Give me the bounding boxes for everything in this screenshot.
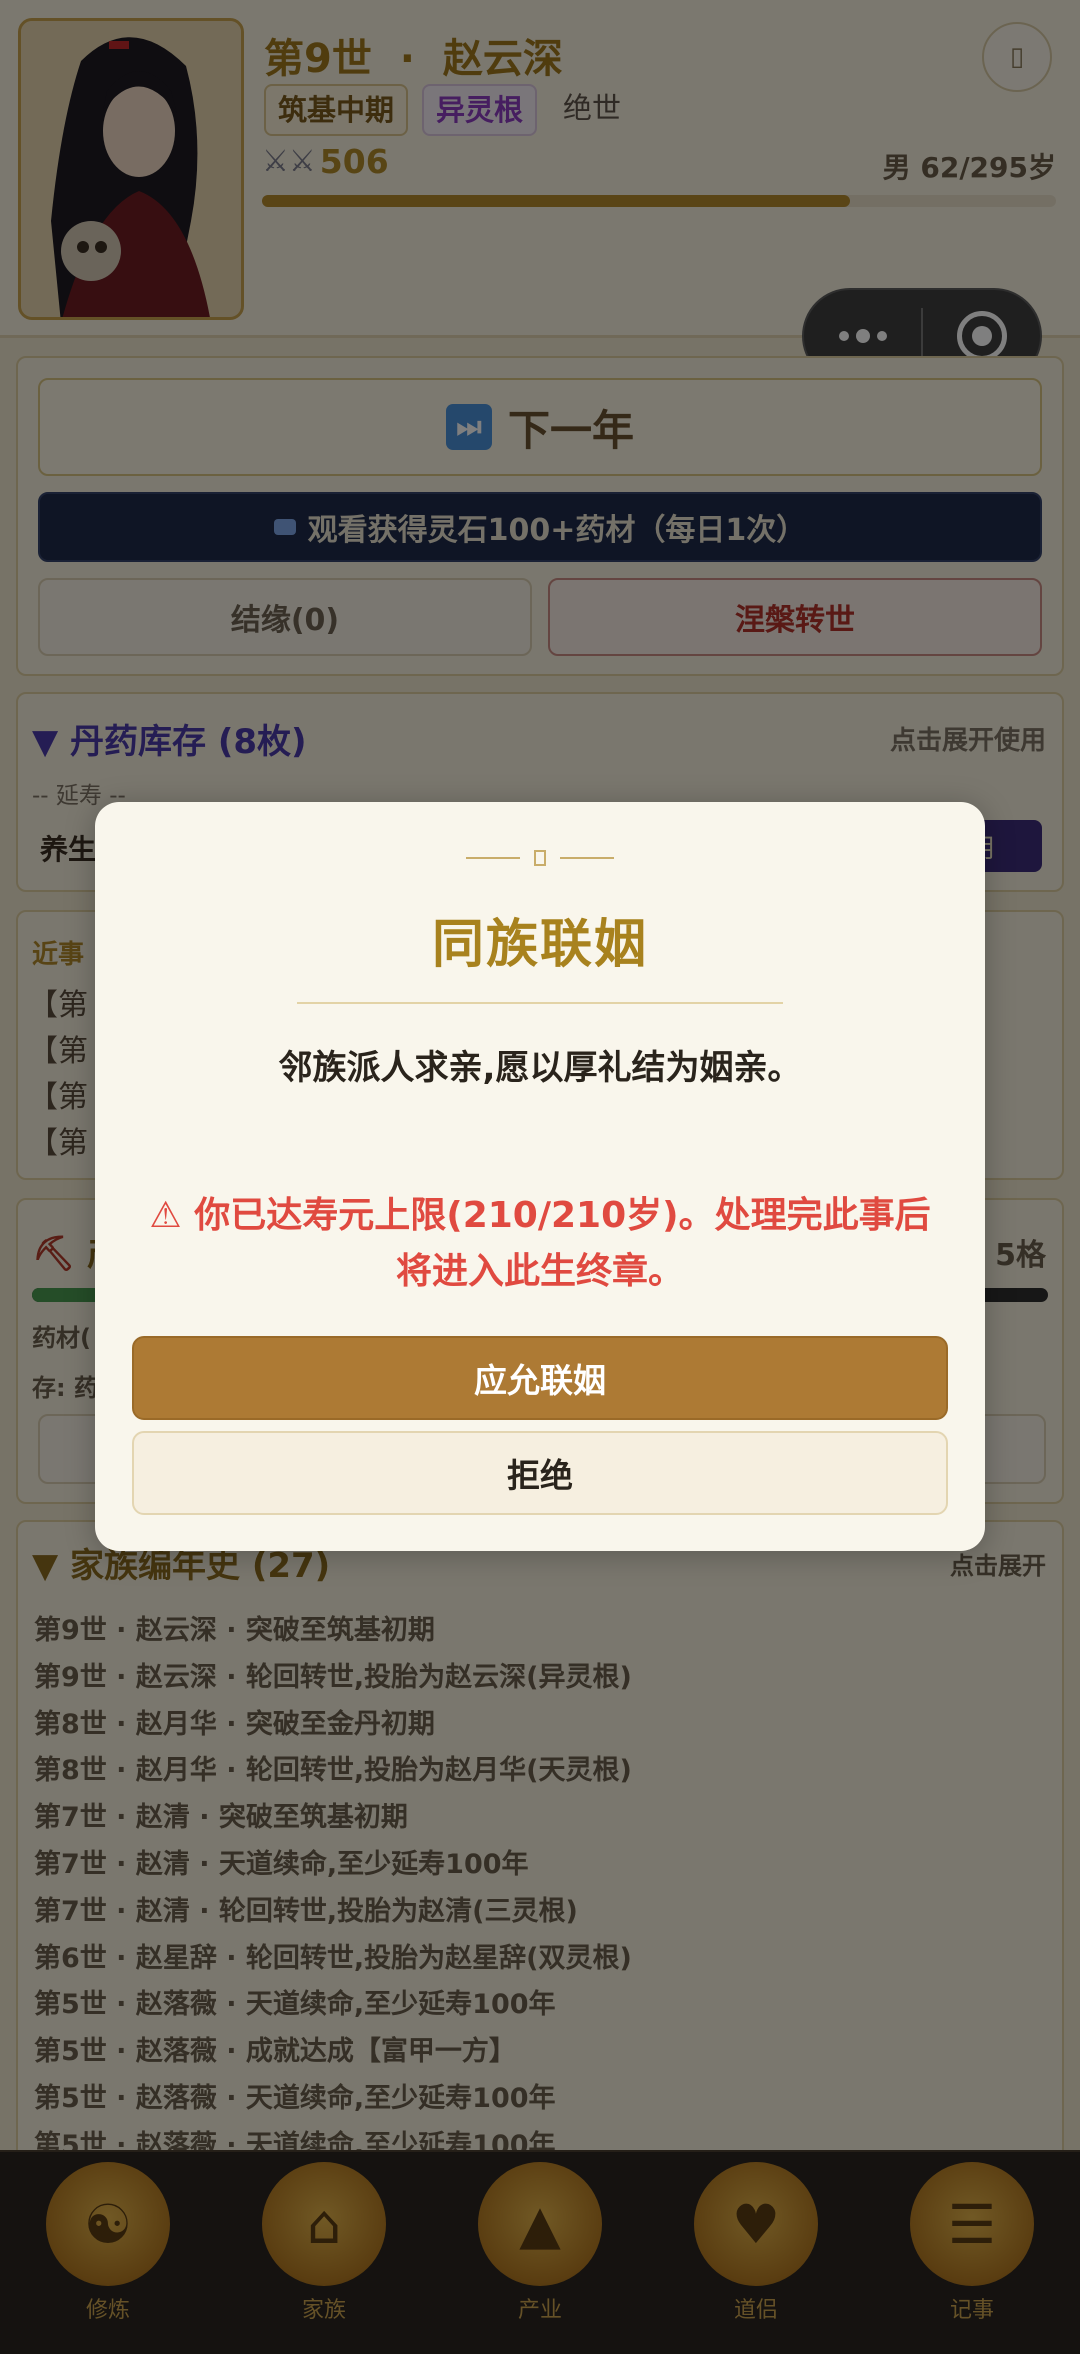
dialog-title: 同族联姻 [431,915,648,975]
warning-icon: ⚠ [149,1195,182,1236]
dialog-message: 邻族派人求亲,愿以厚礼结为姻亲。 [278,1048,802,1088]
accept-marriage-button[interactable]: 应允联姻 [132,1336,948,1420]
dialog-divider [297,1002,783,1004]
ornament-icon [534,850,546,866]
app-page: 第9世 · 赵云深 筑基中期 异灵根 绝世 ⚔⚔ 506 男 62/295岁 ▯… [0,0,1080,2354]
warning-text-1: 你已达寿元上限(210/210岁)。处理完此事后 [194,1195,931,1236]
reject-button[interactable]: 拒绝 [132,1431,948,1515]
lifespan-warning: ⚠ 你已达寿元上限(210/210岁)。处理完此事后 将进入此生终章。 [135,1188,945,1300]
title-ornament [95,850,985,866]
marriage-proposal-dialog: 同族联姻 邻族派人求亲,愿以厚礼结为姻亲。 ⚠ 你已达寿元上限(210/210岁… [95,802,985,1551]
warning-text-2: 将进入此生终章。 [395,1251,684,1292]
